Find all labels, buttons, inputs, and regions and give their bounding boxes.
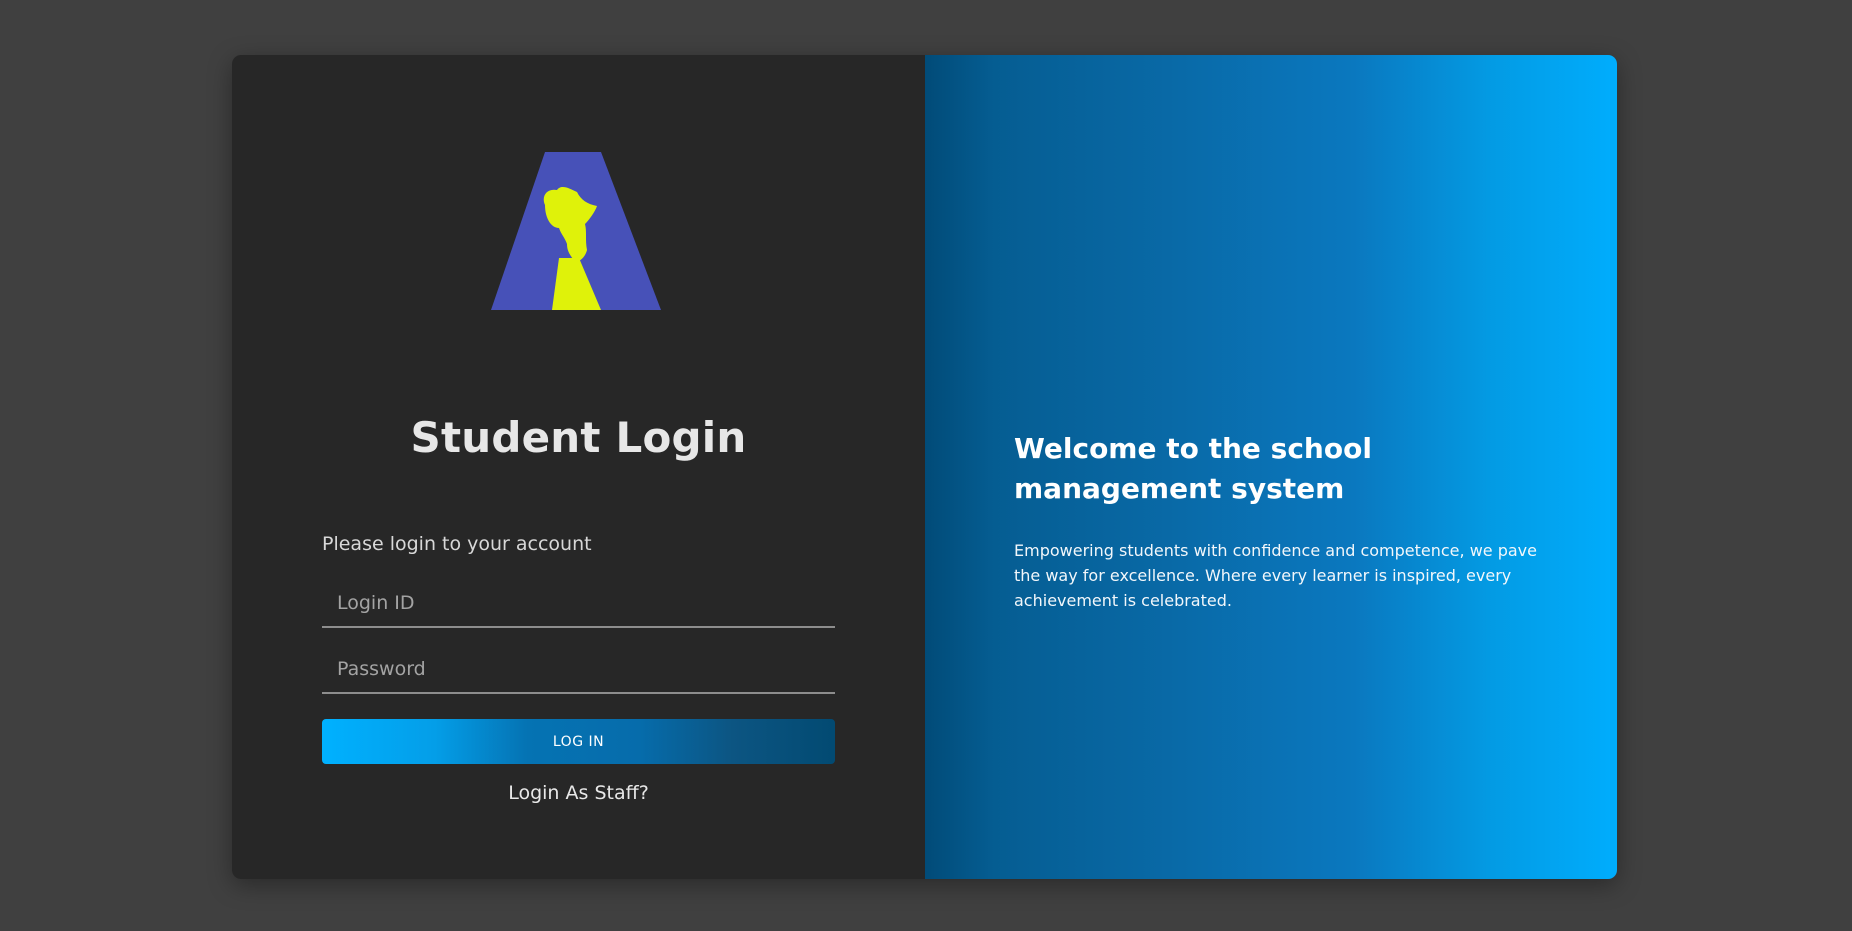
welcome-heading: Welcome to the school management system [1014,432,1372,505]
login-id-field [322,580,835,628]
login-button[interactable]: LOG IN [322,719,835,764]
login-card: Student Login Please login to your accou… [232,55,1617,879]
login-as-staff-link[interactable]: Login As Staff? [232,782,925,804]
page-title: Student Login [410,413,747,462]
welcome-panel: Welcome to the school management system … [925,55,1617,879]
welcome-description: Empowering students with confidence and … [1014,541,1537,610]
school-logo-icon [491,152,661,310]
password-field [322,646,835,694]
login-instructions: Please login to your account [322,533,592,555]
password-input[interactable] [322,646,835,692]
login-panel: Student Login Please login to your accou… [232,55,925,879]
login-id-input[interactable] [322,580,835,626]
